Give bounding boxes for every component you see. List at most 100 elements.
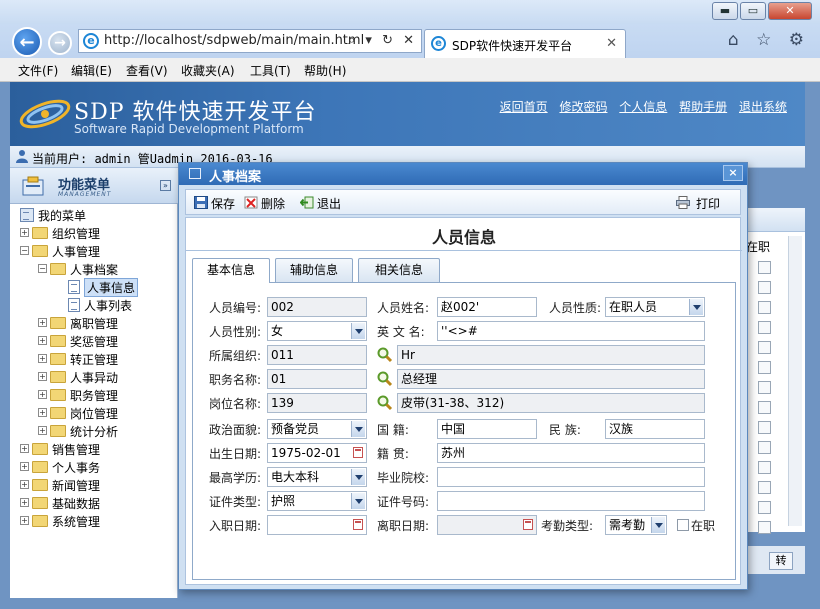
duty-search-icon[interactable]: [377, 371, 393, 387]
onjob-checkbox[interactable]: [677, 519, 689, 531]
expand-icon[interactable]: +: [20, 516, 29, 525]
tree-item[interactable]: + 人事异动: [10, 368, 178, 386]
tree-item[interactable]: + 销售管理: [10, 440, 178, 458]
join-date-field[interactable]: [267, 515, 367, 535]
menu-tools[interactable]: 工具(T): [250, 62, 291, 79]
tree-item[interactable]: + 系统管理: [10, 512, 178, 530]
grid-row-checkbox[interactable]: [758, 301, 771, 314]
tab-close-icon[interactable]: ✕: [606, 36, 617, 51]
collapse-icon[interactable]: −: [20, 246, 29, 255]
address-tools[interactable]: ⌕ ▾ ↻ ✕: [348, 33, 417, 48]
edu-select[interactable]: 电大本科: [267, 467, 367, 487]
tree-item[interactable]: + 离职管理: [10, 314, 178, 332]
menu-favorites[interactable]: 收藏夹(A): [181, 62, 235, 79]
grid-row-checkbox[interactable]: [758, 521, 771, 534]
grid-row-checkbox[interactable]: [758, 261, 771, 274]
grid-row-checkbox[interactable]: [758, 421, 771, 434]
org-name-field[interactable]: Hr: [397, 345, 705, 365]
tree-item[interactable]: 人事列表: [10, 296, 178, 314]
tree-item[interactable]: + 转正管理: [10, 350, 178, 368]
dialog-titlebar[interactable]: 人事档案 ×: [179, 163, 747, 185]
chevron-down-icon[interactable]: [351, 323, 365, 339]
save-button[interactable]: 保存: [194, 194, 238, 212]
expand-icon[interactable]: +: [38, 354, 47, 363]
attend-select[interactable]: 需考勤: [605, 515, 667, 535]
nav-home-link[interactable]: 返回首页: [500, 100, 548, 114]
expand-icon[interactable]: +: [20, 462, 29, 471]
tree-item[interactable]: − 人事档案: [10, 260, 178, 278]
expand-icon[interactable]: +: [38, 372, 47, 381]
menu-help[interactable]: 帮助(H): [304, 62, 346, 79]
org-code-field[interactable]: 011: [267, 345, 367, 365]
menu-edit[interactable]: 编辑(E): [71, 62, 112, 79]
post-name-field[interactable]: 皮带(31-38、312): [397, 393, 705, 413]
nature-select[interactable]: 在职人员: [605, 297, 705, 317]
address-bar[interactable]: e http://localhost/sdpweb/main/main.html…: [78, 29, 422, 53]
nav-help-link[interactable]: 帮助手册: [679, 100, 727, 114]
org-search-icon[interactable]: [377, 347, 393, 363]
grid-row-checkbox[interactable]: [758, 361, 771, 374]
expand-icon[interactable]: +: [20, 498, 29, 507]
calendar-icon[interactable]: [523, 519, 533, 530]
leave-date-field[interactable]: [437, 515, 537, 535]
menu-view[interactable]: 查看(V): [126, 62, 168, 79]
grid-row-checkbox[interactable]: [758, 441, 771, 454]
tree-item[interactable]: 我的菜单: [10, 206, 178, 224]
school-field[interactable]: [437, 467, 705, 487]
politics-select[interactable]: 预备党员: [267, 419, 367, 439]
name-field[interactable]: 赵002': [437, 297, 537, 317]
tree-item[interactable]: + 统计分析: [10, 422, 178, 440]
grid-row-checkbox[interactable]: [758, 401, 771, 414]
chevron-down-icon[interactable]: [689, 299, 703, 315]
expand-icon[interactable]: +: [38, 318, 47, 327]
goto-page-button[interactable]: 转: [769, 552, 793, 570]
expand-icon[interactable]: +: [38, 390, 47, 399]
tree-item[interactable]: + 组织管理: [10, 224, 178, 242]
print-button[interactable]: 打印: [676, 194, 728, 212]
grid-row-checkbox[interactable]: [758, 501, 771, 514]
delete-button[interactable]: 删除: [244, 194, 290, 212]
grid-row-checkbox[interactable]: [758, 381, 771, 394]
exit-button[interactable]: 退出: [300, 194, 346, 212]
expand-icon[interactable]: +: [20, 480, 29, 489]
grid-row-checkbox[interactable]: [758, 341, 771, 354]
tree-item[interactable]: + 职务管理: [10, 386, 178, 404]
window-close-button[interactable]: ✕: [768, 2, 812, 20]
calendar-icon[interactable]: [353, 519, 363, 530]
cert-no-field[interactable]: [437, 491, 705, 511]
expand-icon[interactable]: +: [20, 444, 29, 453]
tree-item[interactable]: + 新闻管理: [10, 476, 178, 494]
grid-row-checkbox[interactable]: [758, 461, 771, 474]
birth-date-field[interactable]: 1975-02-01: [267, 443, 367, 463]
tree-item[interactable]: + 岗位管理: [10, 404, 178, 422]
duty-code-field[interactable]: 01: [267, 369, 367, 389]
browser-tab[interactable]: e SDP软件快速开发平台 ✕: [424, 29, 626, 58]
dialog-close-button[interactable]: ×: [723, 165, 743, 181]
grid-row-checkbox[interactable]: [758, 321, 771, 334]
chevron-down-icon[interactable]: [351, 469, 365, 485]
post-search-icon[interactable]: [377, 395, 393, 411]
collapse-sidebar-icon[interactable]: »: [160, 180, 171, 191]
tree-item[interactable]: + 基础数据: [10, 494, 178, 512]
grid-scrollbar[interactable]: [788, 236, 802, 526]
ethnic-field[interactable]: 汉族: [605, 419, 705, 439]
expand-icon[interactable]: +: [20, 228, 29, 237]
tab-auxiliary-info[interactable]: 辅助信息: [275, 258, 353, 282]
expand-icon[interactable]: +: [38, 408, 47, 417]
expand-icon[interactable]: +: [38, 336, 47, 345]
gender-select[interactable]: 女: [267, 321, 367, 341]
back-button[interactable]: ←: [12, 27, 42, 57]
nav-profile-link[interactable]: 个人信息: [619, 100, 667, 114]
maximize-button[interactable]: ▭: [740, 2, 766, 20]
grid-row-checkbox[interactable]: [758, 481, 771, 494]
tab-basic-info[interactable]: 基本信息: [192, 258, 270, 283]
tree-item[interactable]: + 个人事务: [10, 458, 178, 476]
en-name-field[interactable]: ''<>#: [437, 321, 705, 341]
menu-file[interactable]: 文件(F): [18, 62, 58, 79]
tree-item[interactable]: − 人事管理: [10, 242, 178, 260]
nav-logout-link[interactable]: 退出系统: [739, 100, 787, 114]
chevron-down-icon[interactable]: [351, 421, 365, 437]
nav-change-password-link[interactable]: 修改密码: [559, 100, 607, 114]
tab-related-info[interactable]: 相关信息: [358, 258, 440, 282]
grid-row-checkbox[interactable]: [758, 281, 771, 294]
